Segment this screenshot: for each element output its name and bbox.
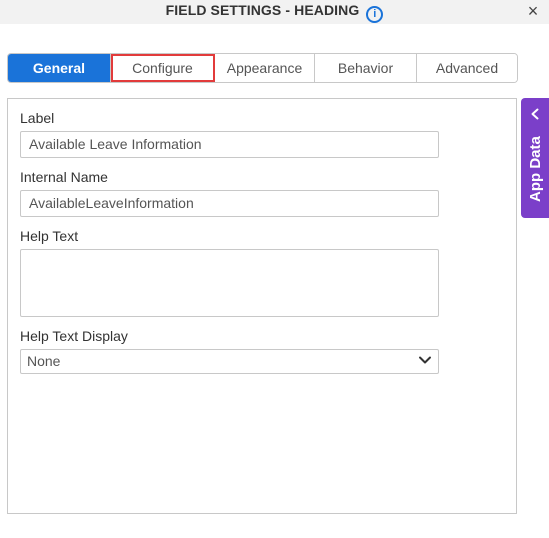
close-button[interactable]: × <box>523 1 543 21</box>
app-data-toggle[interactable]: App Data <box>521 98 549 218</box>
chevron-left-icon <box>531 108 539 120</box>
internal-name-input[interactable]: AvailableLeaveInformation <box>20 190 439 217</box>
tab-advanced[interactable]: Advanced <box>417 54 517 82</box>
tab-appearance[interactable]: Appearance <box>215 54 315 82</box>
chevron-down-icon <box>419 356 431 364</box>
help-text-display-value: None <box>27 353 61 369</box>
dialog-title: FIELD SETTINGS - HEADING <box>165 2 360 18</box>
help-text-display-select[interactable]: None <box>20 349 439 374</box>
tab-behavior[interactable]: Behavior <box>315 54 417 82</box>
info-icon[interactable]: i <box>366 6 384 23</box>
dialog-title-wrap: FIELD SETTINGS - HEADING i <box>0 2 549 23</box>
help-text-display-title: Help Text Display <box>20 328 128 344</box>
settings-tabs: General Configure Appearance Behavior Ad… <box>7 53 518 83</box>
general-settings-panel: Label Available Leave Information Intern… <box>7 98 517 514</box>
internal-name-title: Internal Name <box>20 169 108 185</box>
help-text-title: Help Text <box>20 228 79 244</box>
label-input[interactable]: Available Leave Information <box>20 131 439 158</box>
tab-general[interactable]: General <box>8 54 111 82</box>
dialog-header: FIELD SETTINGS - HEADING i × <box>0 0 549 24</box>
help-text-input[interactable] <box>20 249 439 317</box>
app-data-label: App Data <box>527 136 544 202</box>
label-field-title: Label <box>20 110 55 126</box>
tab-configure[interactable]: Configure <box>111 54 215 82</box>
